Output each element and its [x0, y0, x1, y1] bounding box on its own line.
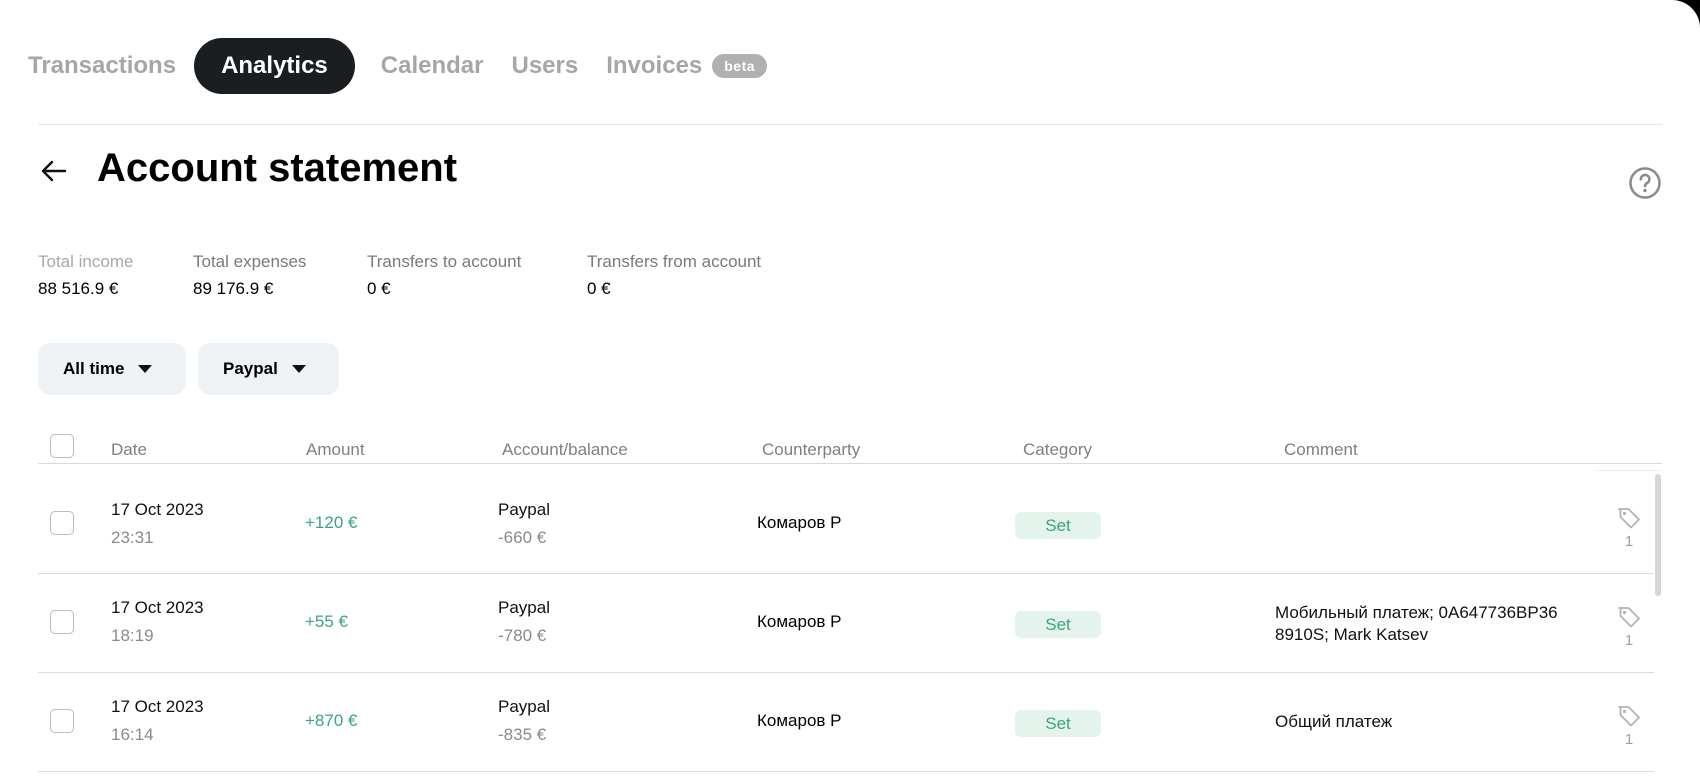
- arrow-left-icon: [41, 160, 67, 182]
- tab-users[interactable]: Users: [501, 38, 588, 94]
- question-circle-icon: [1629, 167, 1661, 199]
- table-scroll-top-edge: [1596, 470, 1662, 471]
- tag-count: 1: [1624, 731, 1634, 748]
- tab-calendar[interactable]: Calendar: [371, 38, 494, 94]
- tab-invoices-label: Invoices: [606, 52, 703, 79]
- caret-down-icon: [291, 365, 306, 373]
- time-text: 23:31: [111, 528, 154, 547]
- date-cell: 17 Oct 2023 18:19: [111, 598, 204, 646]
- tag-button[interactable]: 1: [1614, 605, 1644, 649]
- table-row[interactable]: 17 Oct 2023 23:31 +120 € Paypal -660 € К…: [38, 475, 1654, 574]
- stat-total-income: Total income 88 516.9 €: [38, 252, 133, 299]
- caret-down-icon: [138, 365, 153, 373]
- account-balance: -835 €: [498, 725, 547, 744]
- stat-label: Transfers from account: [587, 252, 762, 271]
- stat-value: 0 €: [587, 279, 611, 298]
- date-cell: 17 Oct 2023 23:31: [111, 500, 204, 548]
- tag-count: 1: [1624, 632, 1634, 649]
- app-page: Transactions Analytics Calendar Users In…: [0, 0, 1700, 778]
- category-pill[interactable]: Set: [1015, 611, 1101, 638]
- period-filter-dropdown[interactable]: All time: [38, 343, 186, 395]
- header-divider: [38, 124, 1662, 125]
- date-text: 17 Oct 2023: [111, 697, 204, 716]
- account-name: Paypal: [498, 598, 550, 617]
- category-pill[interactable]: Set: [1015, 710, 1101, 737]
- account-filter-dropdown[interactable]: Paypal: [198, 343, 339, 395]
- row-checkbox[interactable]: [50, 709, 74, 733]
- help-button[interactable]: [1628, 166, 1662, 200]
- tag-icon: [1618, 607, 1640, 628]
- date-text: 17 Oct 2023: [111, 500, 204, 519]
- tab-invoices[interactable]: Invoices beta: [596, 38, 777, 94]
- account-balance: -660 €: [498, 528, 547, 547]
- table-scrollbar[interactable]: [1655, 474, 1661, 596]
- tag-icon: [1618, 706, 1640, 727]
- column-header-counterparty[interactable]: Counterparty: [762, 440, 860, 460]
- stat-label: Total expenses: [193, 252, 307, 271]
- row-checkbox[interactable]: [50, 511, 74, 535]
- stat-value: 89 176.9 €: [193, 279, 274, 298]
- stat-value: 88 516.9 €: [38, 279, 119, 298]
- page-title: Account statement: [97, 146, 458, 190]
- table-header: Date Amount Account/balance Counterparty…: [38, 434, 1662, 464]
- account-balance: -780 €: [498, 626, 547, 645]
- account-name: Paypal: [498, 500, 550, 519]
- back-button[interactable]: [38, 155, 70, 187]
- account-name: Paypal: [498, 697, 550, 716]
- amount-cell: +120 €: [305, 513, 358, 532]
- comment-cell: Мобильный платеж; 0A647736BP36 8910S; Ma…: [1275, 603, 1558, 644]
- time-text: 18:19: [111, 626, 154, 645]
- column-header-category[interactable]: Category: [1023, 440, 1092, 460]
- table-row[interactable]: 17 Oct 2023 16:14 +870 € Paypal -835 € К…: [38, 673, 1654, 772]
- category-pill[interactable]: Set: [1015, 512, 1101, 539]
- tag-button[interactable]: 1: [1614, 506, 1644, 550]
- counterparty-cell: Комаров Р: [757, 612, 842, 631]
- tab-transactions[interactable]: Transactions: [18, 38, 186, 94]
- main-tabs: Transactions Analytics Calendar Users In…: [18, 38, 785, 94]
- stat-label: Total income: [38, 252, 134, 271]
- column-header-account[interactable]: Account/balance: [502, 440, 628, 460]
- tag-count: 1: [1624, 533, 1634, 550]
- row-checkbox[interactable]: [50, 610, 74, 634]
- beta-badge: beta: [712, 54, 768, 78]
- column-header-comment[interactable]: Comment: [1284, 440, 1358, 460]
- account-cell: Paypal -835 €: [498, 697, 550, 745]
- account-cell: Paypal -660 €: [498, 500, 550, 548]
- column-header-amount[interactable]: Amount: [306, 440, 365, 460]
- date-text: 17 Oct 2023: [111, 598, 204, 617]
- tab-analytics[interactable]: Analytics: [194, 38, 355, 94]
- counterparty-cell: Комаров Р: [757, 711, 842, 730]
- account-filter-label: Paypal: [223, 359, 278, 378]
- date-cell: 17 Oct 2023 16:14: [111, 697, 204, 745]
- stat-total-expenses: Total expenses 89 176.9 €: [193, 252, 306, 299]
- stat-value: 0 €: [367, 279, 391, 298]
- comment-cell: Общий платеж: [1275, 712, 1393, 731]
- stat-label: Transfers to account: [367, 252, 522, 271]
- amount-cell: +870 €: [305, 711, 358, 730]
- select-all-checkbox[interactable]: [50, 434, 74, 458]
- tag-button[interactable]: 1: [1614, 704, 1644, 748]
- column-header-date[interactable]: Date: [111, 440, 147, 460]
- account-cell: Paypal -780 €: [498, 598, 550, 646]
- counterparty-cell: Комаров Р: [757, 513, 842, 532]
- stat-transfers-to: Transfers to account 0 €: [367, 252, 521, 299]
- tag-icon: [1618, 508, 1640, 529]
- period-filter-label: All time: [63, 359, 125, 378]
- amount-cell: +55 €: [305, 612, 349, 631]
- stat-transfers-from: Transfers from account 0 €: [587, 252, 761, 299]
- table-row[interactable]: 17 Oct 2023 18:19 +55 € Paypal -780 € Ко…: [38, 574, 1654, 673]
- time-text: 16:14: [111, 725, 154, 744]
